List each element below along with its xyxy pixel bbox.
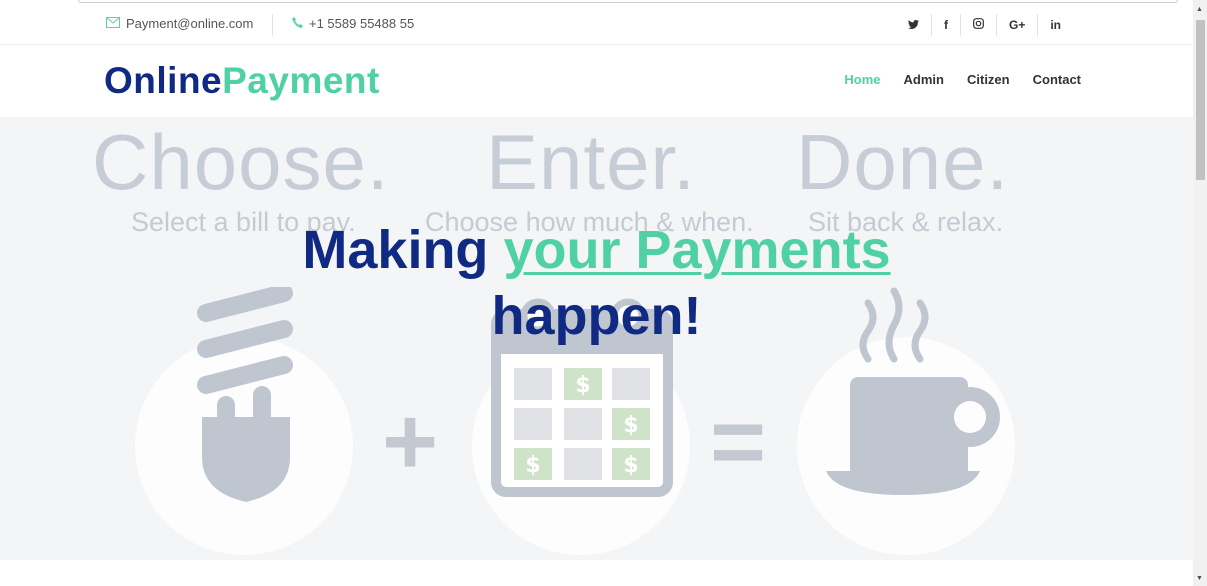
facebook-icon[interactable]: f xyxy=(930,14,960,36)
contact-phone[interactable]: +1 5589 55488 55 xyxy=(292,16,414,31)
page-scrollbar[interactable]: ▲ ▼ xyxy=(1193,0,1207,586)
scroll-down-arrow-icon[interactable]: ▼ xyxy=(1196,575,1203,582)
logo-part-payment: Payment xyxy=(222,60,380,101)
nav-contact[interactable]: Contact xyxy=(1033,72,1081,87)
site-header: OnlinePayment Home Admin Citizen Contact xyxy=(0,45,1193,117)
step-enter: Enter. xyxy=(486,118,696,206)
step-done: Done. xyxy=(796,118,1010,206)
hero-banner: Choose. Enter. Done. Select a bill to pa… xyxy=(0,117,1193,560)
headline-making: Making xyxy=(302,220,489,280)
hero-headline-line1: Making your Payments xyxy=(0,217,1193,283)
email-text: Payment@online.com xyxy=(126,16,254,31)
svg-text:$: $ xyxy=(623,413,638,438)
step-choose: Choose. xyxy=(92,118,390,206)
envelope-icon xyxy=(106,16,120,31)
nav-citizen[interactable]: Citizen xyxy=(967,72,1010,87)
site-logo[interactable]: OnlinePayment xyxy=(104,60,380,102)
top-bar: Payment@online.com +1 5589 55488 55 f G+… xyxy=(0,0,1193,45)
scrollbar-thumb[interactable] xyxy=(1196,20,1205,180)
social-links: f G+ in xyxy=(896,14,1073,36)
twitter-icon[interactable] xyxy=(896,14,931,36)
instagram-icon[interactable] xyxy=(959,14,996,36)
nav-admin[interactable]: Admin xyxy=(904,72,944,87)
equals-sign: = xyxy=(710,388,767,495)
logo-part-online: Online xyxy=(104,60,223,101)
linkedin-icon[interactable]: in xyxy=(1037,14,1073,36)
scroll-up-arrow-icon[interactable]: ▲ xyxy=(1196,6,1203,13)
contact-email[interactable]: Payment@online.com xyxy=(106,16,253,31)
nav-home[interactable]: Home xyxy=(844,72,880,87)
google-plus-icon[interactable]: G+ xyxy=(995,14,1037,36)
phone-icon xyxy=(292,16,303,31)
plus-sign: + xyxy=(382,388,439,495)
svg-text:$: $ xyxy=(525,453,540,478)
browser-frame-edge xyxy=(78,0,1178,3)
main-nav: Home Admin Citizen Contact xyxy=(844,72,1081,87)
divider xyxy=(272,14,273,36)
svg-text:$: $ xyxy=(623,453,638,478)
headline-highlight: your Payments xyxy=(503,220,891,280)
svg-text:$: $ xyxy=(575,373,590,398)
hero-headline-line2: happen! xyxy=(491,286,702,346)
phone-text: +1 5589 55488 55 xyxy=(309,16,415,31)
